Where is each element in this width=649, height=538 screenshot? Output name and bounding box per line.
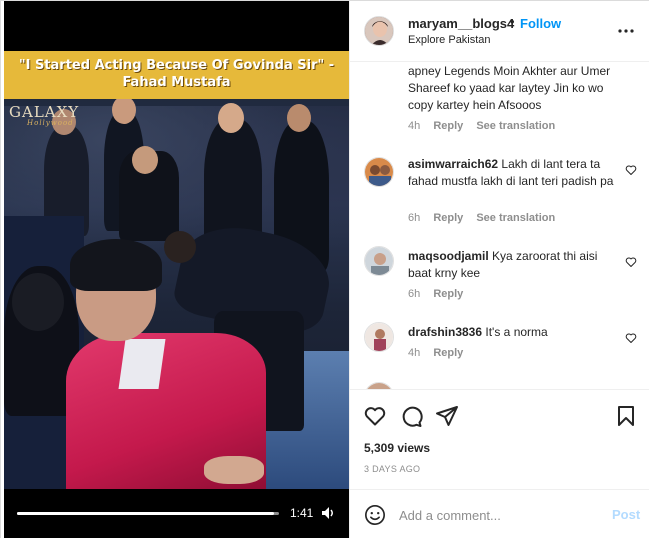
reply-button[interactable]: Reply [433,212,463,224]
comment-time: 4h [408,120,421,132]
commenter-avatar[interactable] [364,157,394,187]
video-progress-bar[interactable] [17,512,279,515]
pink-suit-man-hair [70,239,162,291]
comment-composer: Post [350,489,649,538]
volume-icon[interactable] [320,505,336,521]
comment-time: 6h [408,288,421,300]
more-options-icon[interactable] [617,25,635,37]
pink-suit-man-hand [204,456,264,484]
comment-username[interactable]: maqsoodjamil [408,249,489,263]
video-headline: "I Started Acting Because Of Govinda Sir… [18,58,335,90]
video-pane[interactable]: "I Started Acting Because Of Govinda Sir… [1,1,349,538]
author-username[interactable]: maryam__blogs4 [408,16,514,31]
like-heart-icon[interactable] [363,404,387,428]
comment-body: It's a norma [485,325,548,339]
post-location[interactable]: Explore Pakistan [408,34,491,46]
header-dot-separator: • [510,14,515,29]
post-date[interactable]: 3 DAYS AGO [364,464,420,474]
brand-logo-subtext: Hollywood [27,119,74,127]
comment-bubble-icon[interactable] [399,404,423,428]
view-count[interactable]: 5,309 views [364,441,430,455]
author-avatar[interactable] [364,16,394,46]
audience-person-head [287,104,311,132]
commenter-avatar[interactable] [364,322,394,352]
commenter-avatar-image [365,323,393,351]
headline-banner: "I Started Acting Because Of Govinda Sir… [4,51,349,99]
video-time: 1:41 [290,506,314,520]
comment-username[interactable]: drafshin3836 [408,325,482,339]
commenter-avatar-image [365,158,393,186]
instagram-post-modal: "I Started Acting Because Of Govinda Sir… [0,0,649,538]
comment-meta: 4h Reply See translation [408,120,565,132]
post-header: maryam__blogs4 • Follow Explore Pakistan [350,1,649,62]
emoji-icon[interactable] [364,504,386,526]
share-paper-plane-icon[interactable] [435,404,459,428]
comment-time: 4h [408,347,421,359]
comment-meta: 6h Reply [408,288,473,300]
commenter-avatar-image [365,247,393,275]
like-comment-heart-icon[interactable] [625,256,637,268]
camera-operator-head [132,146,158,174]
reply-button[interactable]: Reply [433,288,463,300]
audience-person-head [112,96,136,124]
follow-button[interactable]: Follow [520,16,561,31]
comments-list[interactable]: apney Legends Moin Akhter aur Umer Share… [350,62,649,389]
comment-text: apney Legends Moin Akhter aur Umer Share… [408,64,611,112]
commenter-avatar[interactable] [364,382,394,389]
post-sidebar: maryam__blogs4 • Follow Explore Pakistan… [349,1,649,538]
reply-button[interactable]: Reply [433,347,463,359]
seated-neighbor-head [12,273,64,331]
comment-text: asimwarraich62 Lakh di lant tera ta faha… [408,156,618,190]
comment-text: maqsoodjamil Kya zaroorat thi aisi baat … [408,248,618,282]
audience-person-head [218,103,244,133]
comment-username[interactable]: asimwarraich62 [408,157,498,171]
post-actions: 5,309 views 3 DAYS AGO [350,389,649,484]
comment-meta: 6h Reply See translation [408,212,565,224]
save-bookmark-icon[interactable] [614,404,638,428]
pink-suit-man-shirt [118,339,166,389]
author-avatar-image [365,17,393,45]
comment-input[interactable] [399,504,599,526]
comment-time: 6h [408,212,421,224]
brand-logo: GALAXY Hollywood [9,103,79,127]
see-translation-button[interactable]: See translation [476,120,555,132]
video-progress-fill [17,512,274,515]
see-translation-button[interactable]: See translation [476,212,555,224]
like-comment-heart-icon[interactable] [625,332,637,344]
post-comment-button[interactable]: Post [612,507,640,522]
commenter-avatar[interactable] [364,246,394,276]
reply-button[interactable]: Reply [433,120,463,132]
bending-man-head [164,231,196,263]
video-controls: 1:41 [4,489,349,538]
comment-text: drafshin3836 It's a norma [408,324,618,341]
comment-meta: 4h Reply [408,347,473,359]
like-comment-heart-icon[interactable] [625,164,637,176]
